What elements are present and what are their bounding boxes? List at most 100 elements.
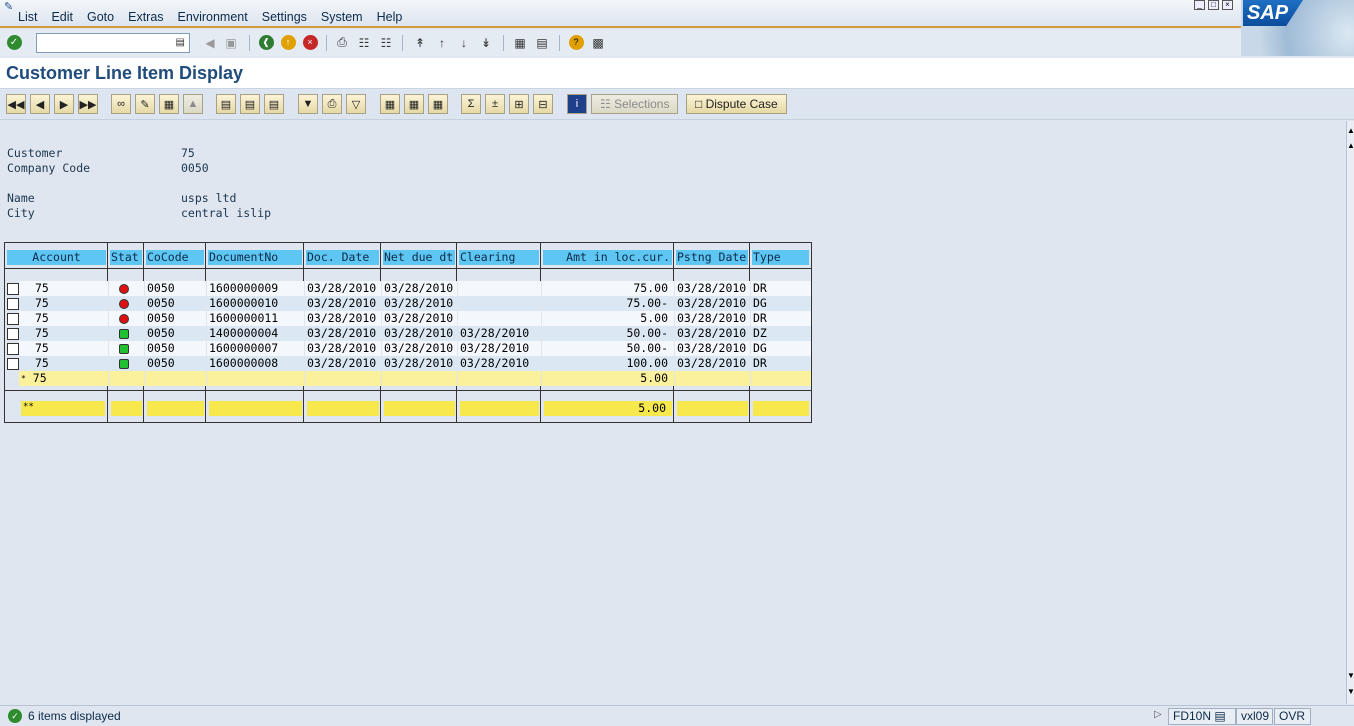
col-header-pstng-date[interactable]: Pstng Date	[676, 250, 748, 265]
table-row[interactable]: 75 0050 1600000010 03/28/2010 03/28/2010 75.0…	[5, 296, 811, 311]
name-row: Name usps ltd	[7, 191, 236, 205]
find-next-icon[interactable]: ☷	[376, 33, 396, 52]
menu-help[interactable]: Help	[377, 10, 403, 24]
vertical-scrollbar[interactable]: ▲ ▲ ▼ ▼	[1346, 121, 1354, 704]
col-header-doc-date[interactable]: Doc. Date	[306, 250, 379, 265]
cell-cocode: 0050	[145, 341, 206, 356]
help-icon[interactable]: ?	[566, 33, 586, 52]
sum-icon[interactable]: Σ	[461, 94, 481, 114]
previous-page-icon[interactable]: ↑	[432, 33, 452, 52]
save-layout-icon[interactable]: ▦	[428, 94, 448, 114]
cell-pstng-date: 03/28/2010	[675, 281, 750, 296]
display-icon[interactable]: ∞	[111, 94, 131, 114]
row-select-checkbox[interactable]	[7, 343, 19, 355]
menu-list[interactable]: List	[18, 10, 37, 24]
next-item-icon[interactable]: ▶	[54, 94, 74, 114]
new-session-icon[interactable]: ▦	[510, 33, 530, 52]
row-select-checkbox[interactable]	[7, 298, 19, 310]
change-layout-icon[interactable]: ▦	[404, 94, 424, 114]
document-icon[interactable]: ▤	[216, 94, 236, 114]
close-window-icon[interactable]: ×	[1222, 0, 1233, 10]
cancel-icon[interactable]: ×	[300, 33, 320, 52]
scroll-down-icon[interactable]: ▼	[1347, 671, 1354, 680]
restore-icon[interactable]: □	[1208, 0, 1219, 10]
back-arrow-icon[interactable]: ◀	[200, 33, 220, 52]
info-icon[interactable]: i	[567, 94, 587, 114]
previous-item-icon[interactable]: ◀	[30, 94, 50, 114]
command-field[interactable]: ▤	[36, 33, 190, 53]
col-header-amount[interactable]: Amt in loc.cur.	[543, 250, 672, 265]
deselect-all-icon[interactable]: ▲	[183, 94, 203, 114]
transaction-field[interactable]: FD10N ▤	[1168, 708, 1236, 725]
first-page-icon[interactable]: ↟	[410, 33, 430, 52]
menu-environment[interactable]: Environment	[178, 10, 248, 24]
table-row[interactable]: 75 0050 1600000011 03/28/2010 03/28/2010 5.00…	[5, 311, 811, 326]
col-header-account[interactable]: Account	[7, 250, 106, 265]
menu-bar: ✎ List Edit Goto Extras Environment Sett…	[0, 0, 1354, 28]
table-row[interactable]: 75 0050 1400000004 03/28/2010 03/28/2010 03/2…	[5, 326, 811, 341]
cell-cocode: 0050	[145, 356, 206, 371]
col-header-documentno[interactable]: DocumentNo	[208, 250, 302, 265]
detail-icon[interactable]: ▤	[264, 94, 284, 114]
scroll-bottom-icon[interactable]: ▼	[1347, 687, 1354, 696]
exit-icon[interactable]: ↑	[278, 33, 298, 52]
minimize-icon[interactable]: _	[1194, 0, 1205, 10]
last-page-icon[interactable]: ↡	[476, 33, 496, 52]
menu-settings[interactable]: Settings	[262, 10, 307, 24]
table-row[interactable]: 75 0050 1600000009 03/28/2010 03/28/2010 75.0…	[5, 281, 811, 296]
red-status-icon	[119, 314, 129, 324]
cell-amount: 100.00	[542, 356, 674, 371]
scroll-top-icon[interactable]: ▲	[1347, 126, 1354, 135]
dispute-case-button[interactable]: □ Dispute Case	[686, 94, 787, 114]
cell-pstng-date: 03/28/2010	[675, 326, 750, 341]
col-header-cocode[interactable]: CoCode	[146, 250, 204, 265]
row-select-checkbox[interactable]	[7, 283, 19, 295]
col-header-type[interactable]: Type	[752, 250, 809, 265]
set-filter-icon[interactable]: ▽	[346, 94, 366, 114]
subtotal-icon[interactable]: ±	[485, 94, 505, 114]
select-all-icon[interactable]: ▦	[159, 94, 179, 114]
menu-goto[interactable]: Goto	[87, 10, 114, 24]
enter-icon[interactable]: ✓	[4, 33, 24, 52]
cell-clearing: 03/28/2010	[458, 356, 541, 371]
layout-menu-icon[interactable]: ▩	[588, 33, 608, 52]
col-header-net-due[interactable]: Net due dt	[383, 250, 455, 265]
first-item-icon[interactable]: ◀◀	[6, 94, 26, 114]
city-row: City central islip	[7, 206, 271, 220]
selections-button[interactable]: ☷ Selections	[591, 94, 679, 114]
last-item-icon[interactable]: ▶▶	[78, 94, 98, 114]
find-icon[interactable]: ☷	[354, 33, 374, 52]
shortcut-icon[interactable]: ▤	[532, 33, 552, 52]
command-history-icon[interactable]: ▤	[176, 37, 185, 48]
save-icon[interactable]: ▣	[221, 33, 241, 52]
cell-pstng-date: 03/28/2010	[675, 296, 750, 311]
mode-field[interactable]: OVR	[1274, 708, 1311, 725]
filter-icon[interactable]: ▼	[298, 94, 318, 114]
cell-clearing: 03/28/2010	[458, 341, 541, 356]
menu-edit[interactable]: Edit	[51, 10, 73, 24]
menu-extras[interactable]: Extras	[128, 10, 163, 24]
expand-icon[interactable]: ⊞	[509, 94, 529, 114]
details-icon[interactable]: ▤	[240, 94, 260, 114]
row-select-checkbox[interactable]	[7, 358, 19, 370]
col-header-stat[interactable]: Stat	[110, 250, 142, 265]
print-icon[interactable]: ⎙	[332, 33, 352, 52]
sap-logo: SAP	[1241, 0, 1354, 56]
change-icon[interactable]: ✎	[135, 94, 155, 114]
cell-type: DR	[751, 356, 811, 371]
table-row[interactable]: 75 0050 1600000008 03/28/2010 03/28/2010 03/2…	[5, 356, 811, 371]
col-header-clearing[interactable]: Clearing	[459, 250, 539, 265]
app-menu-icon[interactable]: ✎	[4, 0, 13, 13]
collapse-icon[interactable]: ⊟	[533, 94, 553, 114]
print-list-icon[interactable]: ⎙	[322, 94, 342, 114]
scroll-up-icon[interactable]: ▲	[1347, 141, 1354, 150]
back-icon[interactable]: ❰	[256, 33, 276, 52]
layout-icon[interactable]: ▦	[380, 94, 400, 114]
next-page-icon[interactable]: ↓	[454, 33, 474, 52]
green-status-icon	[119, 344, 129, 354]
row-select-checkbox[interactable]	[7, 313, 19, 325]
expand-status-icon[interactable]: ▷	[1154, 709, 1162, 720]
table-row[interactable]: 75 0050 1600000007 03/28/2010 03/28/2010 03/2…	[5, 341, 811, 356]
row-select-checkbox[interactable]	[7, 328, 19, 340]
menu-system[interactable]: System	[321, 10, 363, 24]
